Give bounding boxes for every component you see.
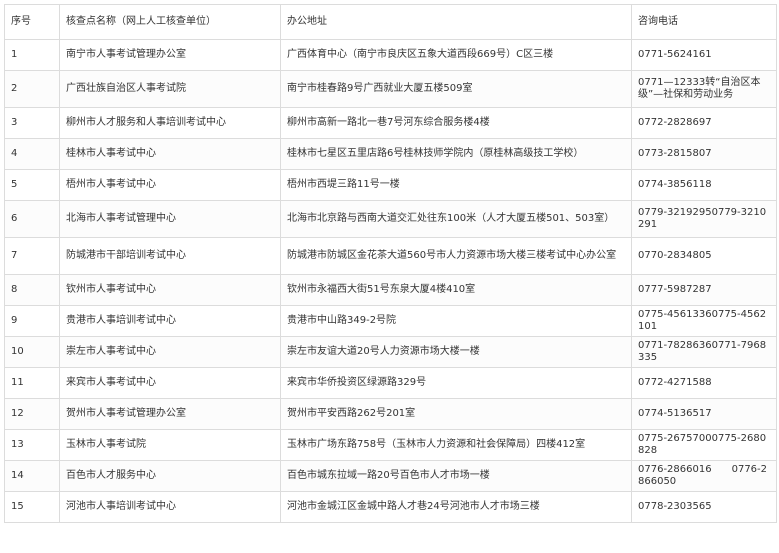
cell-phone: 0775-45613360775-4562101 bbox=[631, 305, 777, 337]
cell-office-address: 桂林市七星区五里店路6号桂林技师学院内（原桂林高级技工学校） bbox=[280, 138, 632, 170]
cell-phone: 0773-2815807 bbox=[631, 138, 777, 170]
cell-office-address: 贺州市平安西路262号201室 bbox=[280, 398, 632, 430]
cell-office-address: 玉林市广场东路758号（玉林市人力资源和社会保障局）四楼412室 bbox=[280, 429, 632, 461]
cell-serial-number: 6 bbox=[4, 200, 60, 238]
table-row: 1 南宁市人事考试管理办公室 广西体育中心（南宁市良庆区五象大道西段669号）C… bbox=[4, 39, 777, 71]
cell-office-address: 崇左市友谊大道20号人力资源市场大楼一楼 bbox=[280, 336, 632, 368]
cell-center-name: 钦州市人事考试中心 bbox=[59, 274, 281, 306]
header-serial-number: 序号 bbox=[4, 4, 60, 40]
cell-serial-number: 12 bbox=[4, 398, 60, 430]
cell-center-name: 百色市人才服务中心 bbox=[59, 460, 281, 492]
table-header-row: 序号 核查点名称（网上人工核查单位） 办公地址 咨询电话 bbox=[4, 4, 777, 40]
cell-phone: 0777-5987287 bbox=[631, 274, 777, 306]
cell-serial-number: 13 bbox=[4, 429, 60, 461]
cell-phone: 0779-32192950779-3210291 bbox=[631, 200, 777, 238]
cell-office-address: 广西体育中心（南宁市良庆区五象大道西段669号）C区三楼 bbox=[280, 39, 632, 71]
cell-center-name: 梧州市人事考试中心 bbox=[59, 169, 281, 201]
cell-phone: 0774-3856118 bbox=[631, 169, 777, 201]
table-row: 7 防城港市干部培训考试中心 防城港市防城区金花茶大道560号市人力资源市场大楼… bbox=[4, 237, 777, 275]
table-row: 9 贵港市人事培训考试中心 贵港市中山路349-2号院 0775-4561336… bbox=[4, 305, 777, 337]
cell-office-address: 来宾市华侨投资区绿源路329号 bbox=[280, 367, 632, 399]
exam-center-table: 序号 核查点名称（网上人工核查单位） 办公地址 咨询电话 1 南宁市人事考试管理… bbox=[4, 4, 777, 523]
cell-phone: 0771-78286360771-7968335 bbox=[631, 336, 777, 368]
cell-center-name: 贵港市人事培训考试中心 bbox=[59, 305, 281, 337]
cell-serial-number: 4 bbox=[4, 138, 60, 170]
table-row: 6 北海市人事考试管理中心 北海市北京路与西南大道交汇处往东100米（人才大厦五… bbox=[4, 200, 777, 238]
cell-center-name: 河池市人事培训考试中心 bbox=[59, 491, 281, 523]
cell-center-name: 贺州市人事考试管理办公室 bbox=[59, 398, 281, 430]
cell-serial-number: 15 bbox=[4, 491, 60, 523]
cell-office-address: 北海市北京路与西南大道交汇处往东100米（人才大厦五楼501、503室） bbox=[280, 200, 632, 238]
cell-phone: 0771-5624161 bbox=[631, 39, 777, 71]
cell-phone: 0774-5136517 bbox=[631, 398, 777, 430]
table-container: 序号 核查点名称（网上人工核查单位） 办公地址 咨询电话 1 南宁市人事考试管理… bbox=[4, 4, 777, 523]
cell-phone: 0778-2303565 bbox=[631, 491, 777, 523]
cell-phone: 0776-2866016 0776-2866050 bbox=[631, 460, 777, 492]
cell-center-name: 玉林市人事考试院 bbox=[59, 429, 281, 461]
cell-serial-number: 11 bbox=[4, 367, 60, 399]
table-row: 13 玉林市人事考试院 玉林市广场东路758号（玉林市人力资源和社会保障局）四楼… bbox=[4, 429, 777, 461]
cell-serial-number: 14 bbox=[4, 460, 60, 492]
header-office-address: 办公地址 bbox=[280, 4, 632, 40]
cell-serial-number: 1 bbox=[4, 39, 60, 71]
cell-office-address: 南宁市桂春路9号广西就业大厦五楼509室 bbox=[280, 70, 632, 108]
table-row: 2 广西壮族自治区人事考试院 南宁市桂春路9号广西就业大厦五楼509室 0771… bbox=[4, 70, 777, 108]
header-center-name: 核查点名称（网上人工核查单位） bbox=[59, 4, 281, 40]
table-row: 14 百色市人才服务中心 百色市城东拉域一路20号百色市人才市场一楼 0776-… bbox=[4, 460, 777, 492]
cell-serial-number: 7 bbox=[4, 237, 60, 275]
cell-phone: 0772-2828697 bbox=[631, 107, 777, 139]
table-row: 3 柳州市人才服务和人事培训考试中心 柳州市高新一路北一巷7号河东综合服务楼4楼… bbox=[4, 107, 777, 139]
cell-serial-number: 2 bbox=[4, 70, 60, 108]
cell-office-address: 河池市金城江区金城中路人才巷24号河池市人才市场三楼 bbox=[280, 491, 632, 523]
table-row: 11 来宾市人事考试中心 来宾市华侨投资区绿源路329号 0772-427158… bbox=[4, 367, 777, 399]
cell-center-name: 崇左市人事考试中心 bbox=[59, 336, 281, 368]
cell-center-name: 来宾市人事考试中心 bbox=[59, 367, 281, 399]
cell-center-name: 南宁市人事考试管理办公室 bbox=[59, 39, 281, 71]
cell-office-address: 贵港市中山路349-2号院 bbox=[280, 305, 632, 337]
table-row: 8 钦州市人事考试中心 钦州市永福西大街51号东泉大厦4楼410室 0777-5… bbox=[4, 274, 777, 306]
cell-serial-number: 10 bbox=[4, 336, 60, 368]
cell-office-address: 钦州市永福西大街51号东泉大厦4楼410室 bbox=[280, 274, 632, 306]
cell-phone: 0772-4271588 bbox=[631, 367, 777, 399]
cell-phone: 0775-26757000775-2680828 bbox=[631, 429, 777, 461]
cell-office-address: 柳州市高新一路北一巷7号河东综合服务楼4楼 bbox=[280, 107, 632, 139]
cell-office-address: 梧州市西堤三路11号一楼 bbox=[280, 169, 632, 201]
table-row: 15 河池市人事培训考试中心 河池市金城江区金城中路人才巷24号河池市人才市场三… bbox=[4, 491, 777, 523]
cell-office-address: 防城港市防城区金花茶大道560号市人力资源市场大楼三楼考试中心办公室 bbox=[280, 237, 632, 275]
header-phone: 咨询电话 bbox=[631, 4, 777, 40]
cell-serial-number: 5 bbox=[4, 169, 60, 201]
cell-phone: 0770-2834805 bbox=[631, 237, 777, 275]
table-row: 5 梧州市人事考试中心 梧州市西堤三路11号一楼 0774-3856118 bbox=[4, 169, 777, 201]
cell-center-name: 柳州市人才服务和人事培训考试中心 bbox=[59, 107, 281, 139]
cell-phone: 0771—12333转“自治区本级”—社保和劳动业务 bbox=[631, 70, 777, 108]
cell-office-address: 百色市城东拉域一路20号百色市人才市场一楼 bbox=[280, 460, 632, 492]
table-row: 12 贺州市人事考试管理办公室 贺州市平安西路262号201室 0774-513… bbox=[4, 398, 777, 430]
cell-center-name: 广西壮族自治区人事考试院 bbox=[59, 70, 281, 108]
cell-center-name: 北海市人事考试管理中心 bbox=[59, 200, 281, 238]
cell-serial-number: 8 bbox=[4, 274, 60, 306]
cell-center-name: 桂林市人事考试中心 bbox=[59, 138, 281, 170]
cell-serial-number: 9 bbox=[4, 305, 60, 337]
table-row: 10 崇左市人事考试中心 崇左市友谊大道20号人力资源市场大楼一楼 0771-7… bbox=[4, 336, 777, 368]
cell-serial-number: 3 bbox=[4, 107, 60, 139]
table-row: 4 桂林市人事考试中心 桂林市七星区五里店路6号桂林技师学院内（原桂林高级技工学… bbox=[4, 138, 777, 170]
cell-center-name: 防城港市干部培训考试中心 bbox=[59, 237, 281, 275]
